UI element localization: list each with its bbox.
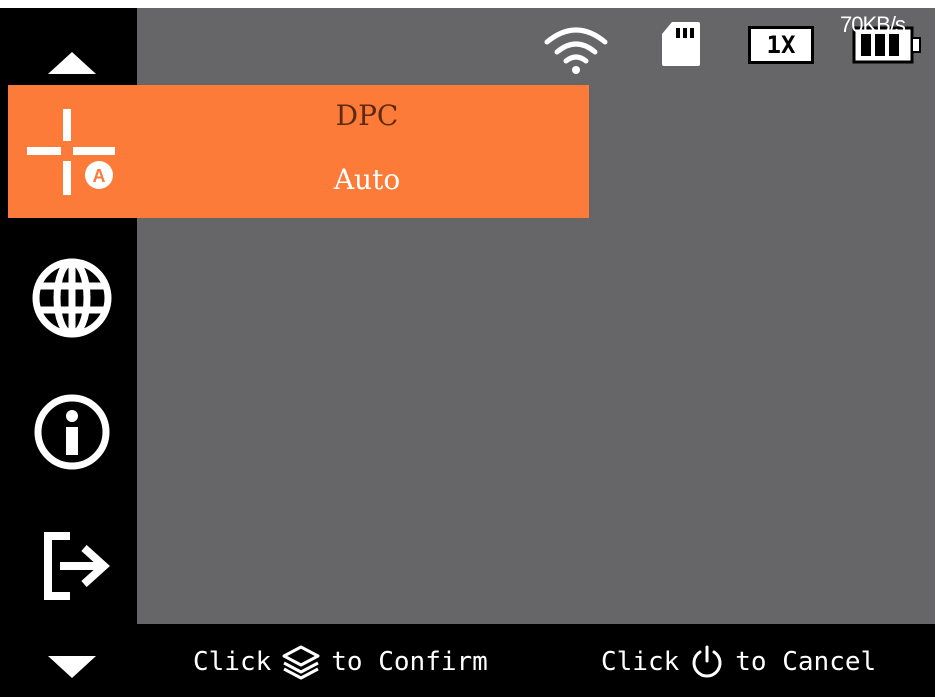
arrow-down-icon[interactable] [46, 652, 98, 682]
sd-card-icon [660, 20, 702, 72]
cancel-suffix: to Cancel [735, 647, 877, 677]
exit-icon[interactable] [34, 526, 120, 606]
layers-icon [281, 644, 321, 680]
confirm-suffix: to Confirm [331, 647, 488, 677]
globe-icon[interactable] [28, 254, 116, 342]
menu-item-dpc-selected[interactable]: A DPC Auto [8, 85, 589, 218]
info-icon[interactable] [30, 390, 114, 474]
confirm-hint: Click to Confirm [193, 644, 488, 680]
menu-item-title: DPC [335, 99, 399, 132]
hint-bar: Click to Confirm Click to Cancel [137, 624, 943, 697]
power-icon [689, 644, 725, 680]
arrow-up-icon[interactable] [46, 48, 98, 78]
menu-item-value[interactable]: Auto [8, 163, 726, 196]
zoom-level-badge: 1X [748, 26, 814, 64]
transfer-rate: 70KB/s [840, 12, 906, 37]
confirm-prefix: Click [193, 647, 272, 677]
wifi-icon [543, 24, 609, 80]
device-screen: A DPC Auto 1X 70KB/s Click to Confirm Cl… [0, 0, 943, 697]
frame-border-right [935, 0, 943, 697]
frame-border-top [0, 0, 943, 8]
cancel-hint: Click to Cancel [601, 644, 876, 680]
cancel-prefix: Click [601, 647, 680, 677]
